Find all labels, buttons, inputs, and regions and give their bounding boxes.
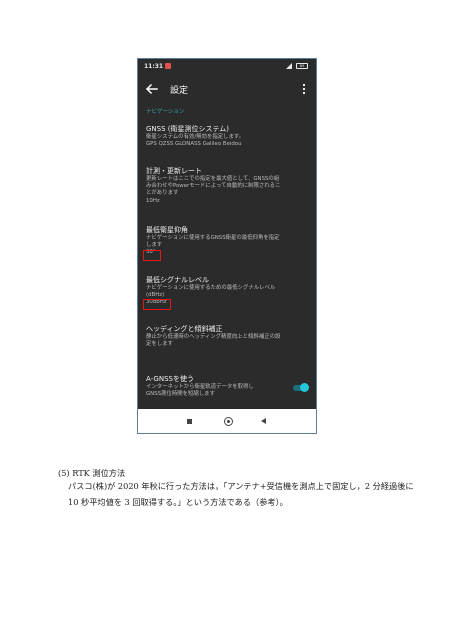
caption-body: パスコ(株)が 2020 年秋に行った方法は，「アンテナ+受信機を測点上で固定し… [68,481,414,507]
setting-desc: とがあります [146,190,179,197]
more-vert-icon[interactable] [300,82,308,96]
setting-value: 10Hz [146,197,160,204]
setting-desc: します [146,242,163,249]
setting-title: ヘッディングと傾斜補正 [146,325,223,333]
setting-title: A-GNSSを使う [146,375,194,383]
setting-title: 最低衛星仰角 [146,226,188,234]
home-icon[interactable] [224,417,233,426]
setting-desc: GPS QZSS GLONASS Galileo Beidou [146,141,242,148]
setting-desc: ナビゲーションに使用するための最低シグナルレベル [146,285,276,291]
battery-icon: 89 [296,63,308,69]
setting-value: 30° [146,249,156,256]
recents-icon[interactable] [187,419,192,424]
back-triangle-icon[interactable] [261,418,266,424]
setting-title: 最低シグナルレベル [146,276,209,284]
section-header: ナビゲーション [146,109,185,115]
status-bar: 11:31 89 [138,59,316,75]
phone-screenshot: 11:31 89 設定 ナビゲーション GNSS (衛星測位システム) 衛星シス… [137,58,317,434]
highlight-box [143,250,161,261]
status-time: 11:31 [144,63,164,70]
notification-icon [165,63,171,69]
app-bar: 設定 [138,75,316,103]
signal-icon [286,63,292,69]
page-title: 設定 [170,86,189,96]
setting-gnss[interactable]: GNSS (衛星測位システム) 衛星システムの有効/無効を指定します。 GPS … [146,125,312,148]
setting-title: 計測・更新レート [146,167,202,175]
setting-heading-tilt[interactable]: ヘッディングと傾斜補正 静止から低速時のヘッディング精度向上と傾斜補正の設 定を… [146,325,312,348]
setting-desc: GNSS測位時間を短縮します [146,391,215,398]
agnss-toggle-thumb[interactable] [300,383,309,392]
highlight-box [143,299,171,310]
setting-title: GNSS (衛星測位システム) [146,125,230,133]
setting-desc: 衛星システムの有効/無効を指定します。 [146,134,245,140]
navigation-bar [138,409,316,433]
setting-update-rate[interactable]: 計測・更新レート 更新レートはここでの指定を最大値として、GNSSの組 み合わせ… [146,167,312,205]
setting-agnss[interactable]: A-GNSSを使う インターネットから衛星軌道データを取得し GNSS測位時間を… [146,375,286,398]
setting-min-elevation[interactable]: 最低衛星仰角 ナビゲーションに使用するGNSS衛星の最低仰角を指定 します 30… [146,226,312,257]
setting-desc: ナビゲーションに使用するGNSS衛星の最低仰角を指定 [146,235,280,241]
back-arrow-icon[interactable] [144,81,160,97]
setting-desc: 定をします [146,341,173,348]
